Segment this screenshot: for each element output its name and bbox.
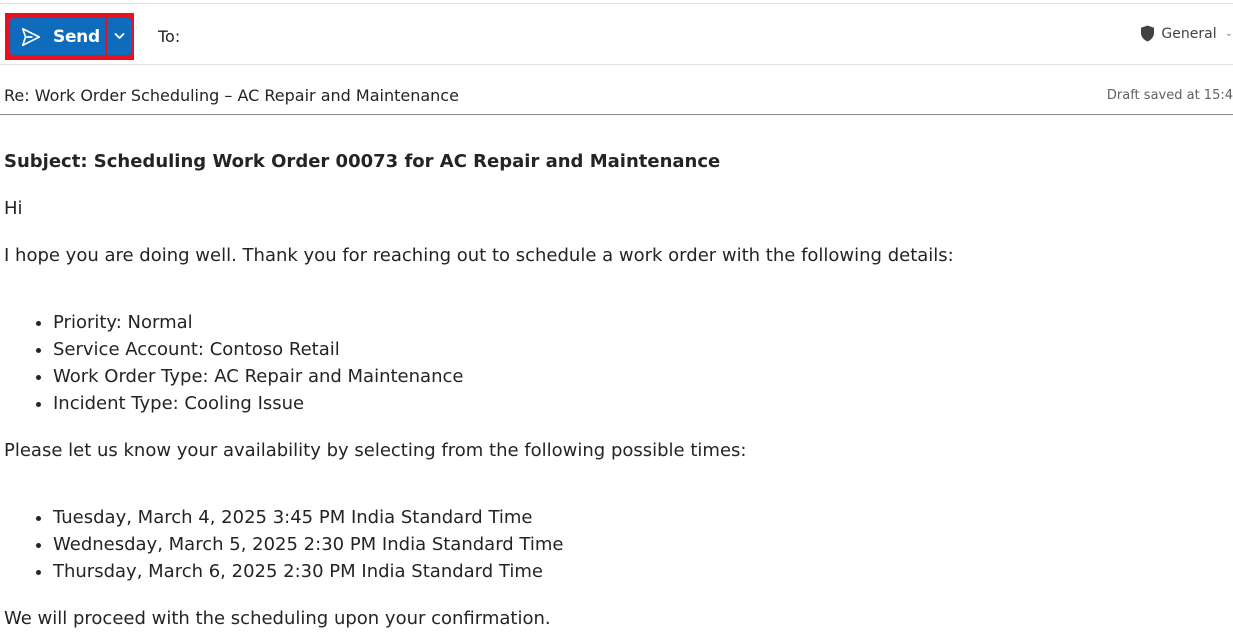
list-item: Priority: Normal: [53, 309, 1229, 336]
sensitivity-chevron-icon: ⌄: [1224, 28, 1233, 39]
send-button[interactable]: Send: [10, 18, 105, 55]
send-label: Send: [53, 27, 100, 47]
to-field-label[interactable]: To:: [158, 27, 180, 46]
list-item: Work Order Type: AC Repair and Maintenan…: [53, 363, 1229, 390]
send-options-dropdown[interactable]: [107, 18, 132, 55]
draft-status: Draft saved at 15:4: [1106, 88, 1233, 103]
send-button-group: Send: [5, 13, 134, 60]
message-body[interactable]: Subject: Scheduling Work Order 00073 for…: [4, 148, 1229, 632]
list-item: Service Account: Contoso Retail: [53, 336, 1229, 363]
details-list: Priority: Normal Service Account: Contos…: [4, 309, 1229, 417]
shield-icon: [1141, 25, 1155, 42]
body-subject-line: Subject: Scheduling Work Order 00073 for…: [4, 151, 721, 172]
list-item: Thursday, March 6, 2025 2:30 PM India St…: [53, 558, 1229, 585]
send-icon: [21, 27, 41, 47]
compose-toolbar: Send To: General ⌄: [0, 4, 1233, 64]
subject-divider: [0, 114, 1233, 115]
subject-row: Re: Work Order Scheduling – AC Repair an…: [0, 65, 1233, 115]
sensitivity-label-button[interactable]: General ⌄: [1140, 25, 1233, 42]
list-item: Tuesday, March 4, 2025 3:45 PM India Sta…: [53, 504, 1229, 531]
times-list: Tuesday, March 4, 2025 3:45 PM India Sta…: [4, 504, 1229, 585]
list-item: Incident Type: Cooling Issue: [53, 390, 1229, 417]
list-item: Wednesday, March 5, 2025 2:30 PM India S…: [53, 531, 1229, 558]
sensitivity-label: General: [1161, 25, 1217, 42]
body-intro: I hope you are doing well. Thank you for…: [4, 245, 954, 266]
chevron-down-icon: [114, 33, 125, 39]
body-closing: We will proceed with the scheduling upon…: [4, 608, 551, 629]
body-greeting: Hi: [4, 198, 23, 219]
body-availability-prompt: Please let us know your availability by …: [4, 440, 747, 461]
subject-input[interactable]: Re: Work Order Scheduling – AC Repair an…: [4, 86, 459, 105]
